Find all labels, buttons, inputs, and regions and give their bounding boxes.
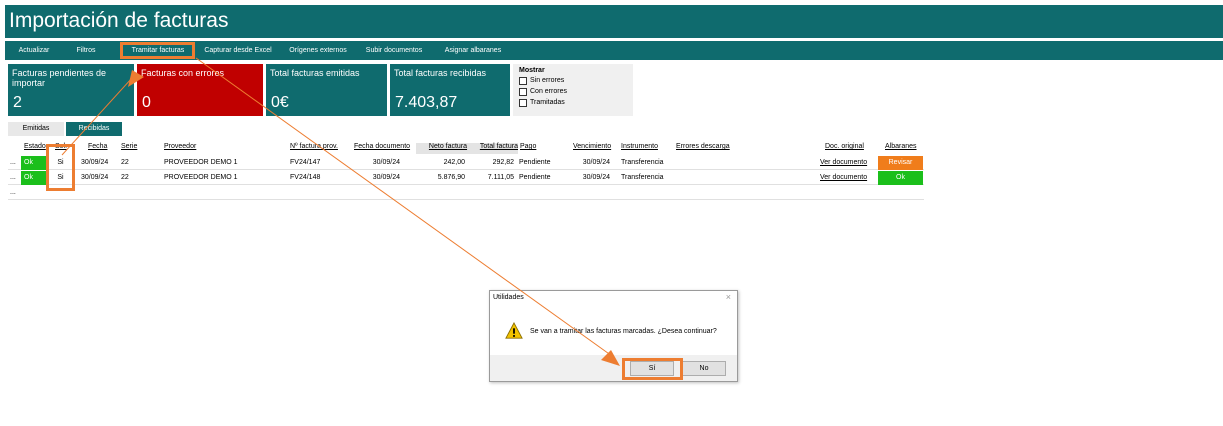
table-row[interactable]: ... Ok Si 30/09/24 22 PROVEEDOR DEMO 1 F… [8,171,924,185]
fecha-cell: 30/09/24 [81,174,109,181]
option-label: Con errores [530,88,567,95]
tab-recibidas[interactable]: Recibidas [66,122,122,136]
menu-subir-documentos[interactable]: Subir documentos [361,41,427,60]
pago-cell: Pendiente [519,174,551,181]
total-cell: 7.111,05 [487,174,514,181]
proveedor-cell: PROVEEDOR DEMO 1 [164,174,238,181]
col-vencimiento[interactable]: Vencimiento [573,143,611,154]
option-sin-errores[interactable]: Sin errores [519,75,627,86]
card-pendientes[interactable]: Facturas pendientes de importar 2 [8,64,134,116]
card-errores-label: Facturas con errores [141,68,225,78]
menu-capturar-excel[interactable]: Capturar desde Excel [201,41,275,60]
col-fecha-documento[interactable]: Fecha documento [354,143,410,154]
revisar-button[interactable]: Revisar [878,156,923,170]
dialog-title: Utilidades [493,294,524,301]
menu-filtros[interactable]: Filtros [65,41,107,60]
col-proveedor[interactable]: Proveedor [164,143,196,154]
total-cell: 292,82 [492,159,514,166]
confirm-dialog: Utilidades × Se van a tramitar las factu… [489,290,738,382]
table-row-new[interactable]: ... [8,186,924,200]
checkbox[interactable] [519,87,527,96]
sel-value[interactable]: Si [48,156,73,170]
row-marker: ... [10,159,16,166]
card-recibidas-label: Total facturas recibidas [394,68,487,78]
estado-badge: Ok [21,171,46,185]
card-recibidas[interactable]: Total facturas recibidas 7.403,87 [390,64,510,116]
col-serie[interactable]: Serie [121,143,137,154]
dialog-footer: Sí No [490,355,737,381]
card-emitidas[interactable]: Total facturas emitidas 0€ [266,64,387,116]
yes-button[interactable]: Sí [630,361,674,376]
menu-asignar-albaranes[interactable]: Asignar albaranes [437,41,509,60]
col-albaranes[interactable]: Albaranes [885,143,917,154]
dialog-message: Se van a tramitar las facturas marcadas.… [530,328,717,335]
toolbar-menu: Actualizar Filtros Tramitar facturas Cap… [5,41,1223,60]
card-errores-value: 0 [142,94,151,111]
fecha-doc-cell: 30/09/24 [372,174,400,181]
app-window: Importación de facturas Actualizar Filtr… [0,0,1223,426]
option-label: Tramitadas [530,99,565,106]
serie-cell: 22 [121,159,129,166]
ver-documento-link[interactable]: Ver documento [820,156,867,170]
fecha-cell: 30/09/24 [81,159,109,166]
card-recibidas-value: 7.403,87 [395,94,458,111]
neto-cell: 242,00 [443,159,465,166]
vencimiento-cell: 30/09/24 [582,174,610,181]
neto-cell: 5.876,90 [437,174,465,181]
row-marker: ... [10,189,16,196]
menu-origenes-externos[interactable]: Orígenes externos [285,41,351,60]
card-errores[interactable]: Facturas con errores 0 [137,64,263,116]
col-instrumento[interactable]: Instrumento [621,143,658,154]
col-pago[interactable]: Pago [520,143,536,154]
card-pendientes-value: 2 [13,94,22,111]
option-tramitadas[interactable]: Tramitadas [519,97,627,108]
col-sel[interactable]: Sel. [55,143,67,154]
checkbox[interactable] [519,98,527,107]
ver-documento-link[interactable]: Ver documento [820,171,867,185]
col-neto[interactable]: Neto factura [416,143,480,154]
tab-emitidas[interactable]: Emitidas [8,122,64,136]
col-errores-descarga[interactable]: Errores descarga [676,143,730,154]
proveedor-cell: PROVEEDOR DEMO 1 [164,159,238,166]
close-icon[interactable]: × [726,292,731,302]
nfactura-cell: FV24/147 [290,159,321,166]
window-title: Importación de facturas [5,5,1223,38]
warning-icon [505,322,523,339]
card-emitidas-value: 0€ [271,94,289,111]
card-pendientes-label: Facturas pendientes de importar [12,68,107,88]
menu-actualizar[interactable]: Actualizar [11,41,57,60]
checkbox[interactable] [519,76,527,85]
col-fecha[interactable]: Fecha [88,143,107,154]
instrumento-cell: Transferencia [621,174,664,181]
col-doc-original[interactable]: Doc. original [825,143,864,154]
card-emitidas-label: Total facturas emitidas [270,68,360,78]
table-row[interactable]: ... Ok Si 30/09/24 22 PROVEEDOR DEMO 1 F… [8,156,924,170]
menu-tramitar-facturas[interactable]: Tramitar facturas [123,41,193,60]
col-estado[interactable]: Estado [24,143,46,154]
option-label: Sin errores [530,77,565,84]
row-marker: ... [10,174,16,181]
col-total[interactable]: Total factura [472,143,518,154]
instrumento-cell: Transferencia [621,159,664,166]
vencimiento-cell: 30/09/24 [582,159,610,166]
col-nfactura[interactable]: Nº factura prov. [290,143,338,154]
pago-cell: Pendiente [519,159,551,166]
nfactura-cell: FV24/148 [290,174,321,181]
fecha-doc-cell: 30/09/24 [372,159,400,166]
mostrar-filter: Mostrar Sin errores Con errores Tramitad… [513,64,633,116]
no-button[interactable]: No [682,361,726,376]
serie-cell: 22 [121,174,129,181]
sel-value[interactable]: Si [48,171,73,185]
albaran-ok-button[interactable]: Ok [878,171,923,185]
mostrar-title: Mostrar [519,67,545,74]
option-con-errores[interactable]: Con errores [519,86,627,97]
estado-badge: Ok [21,156,46,170]
